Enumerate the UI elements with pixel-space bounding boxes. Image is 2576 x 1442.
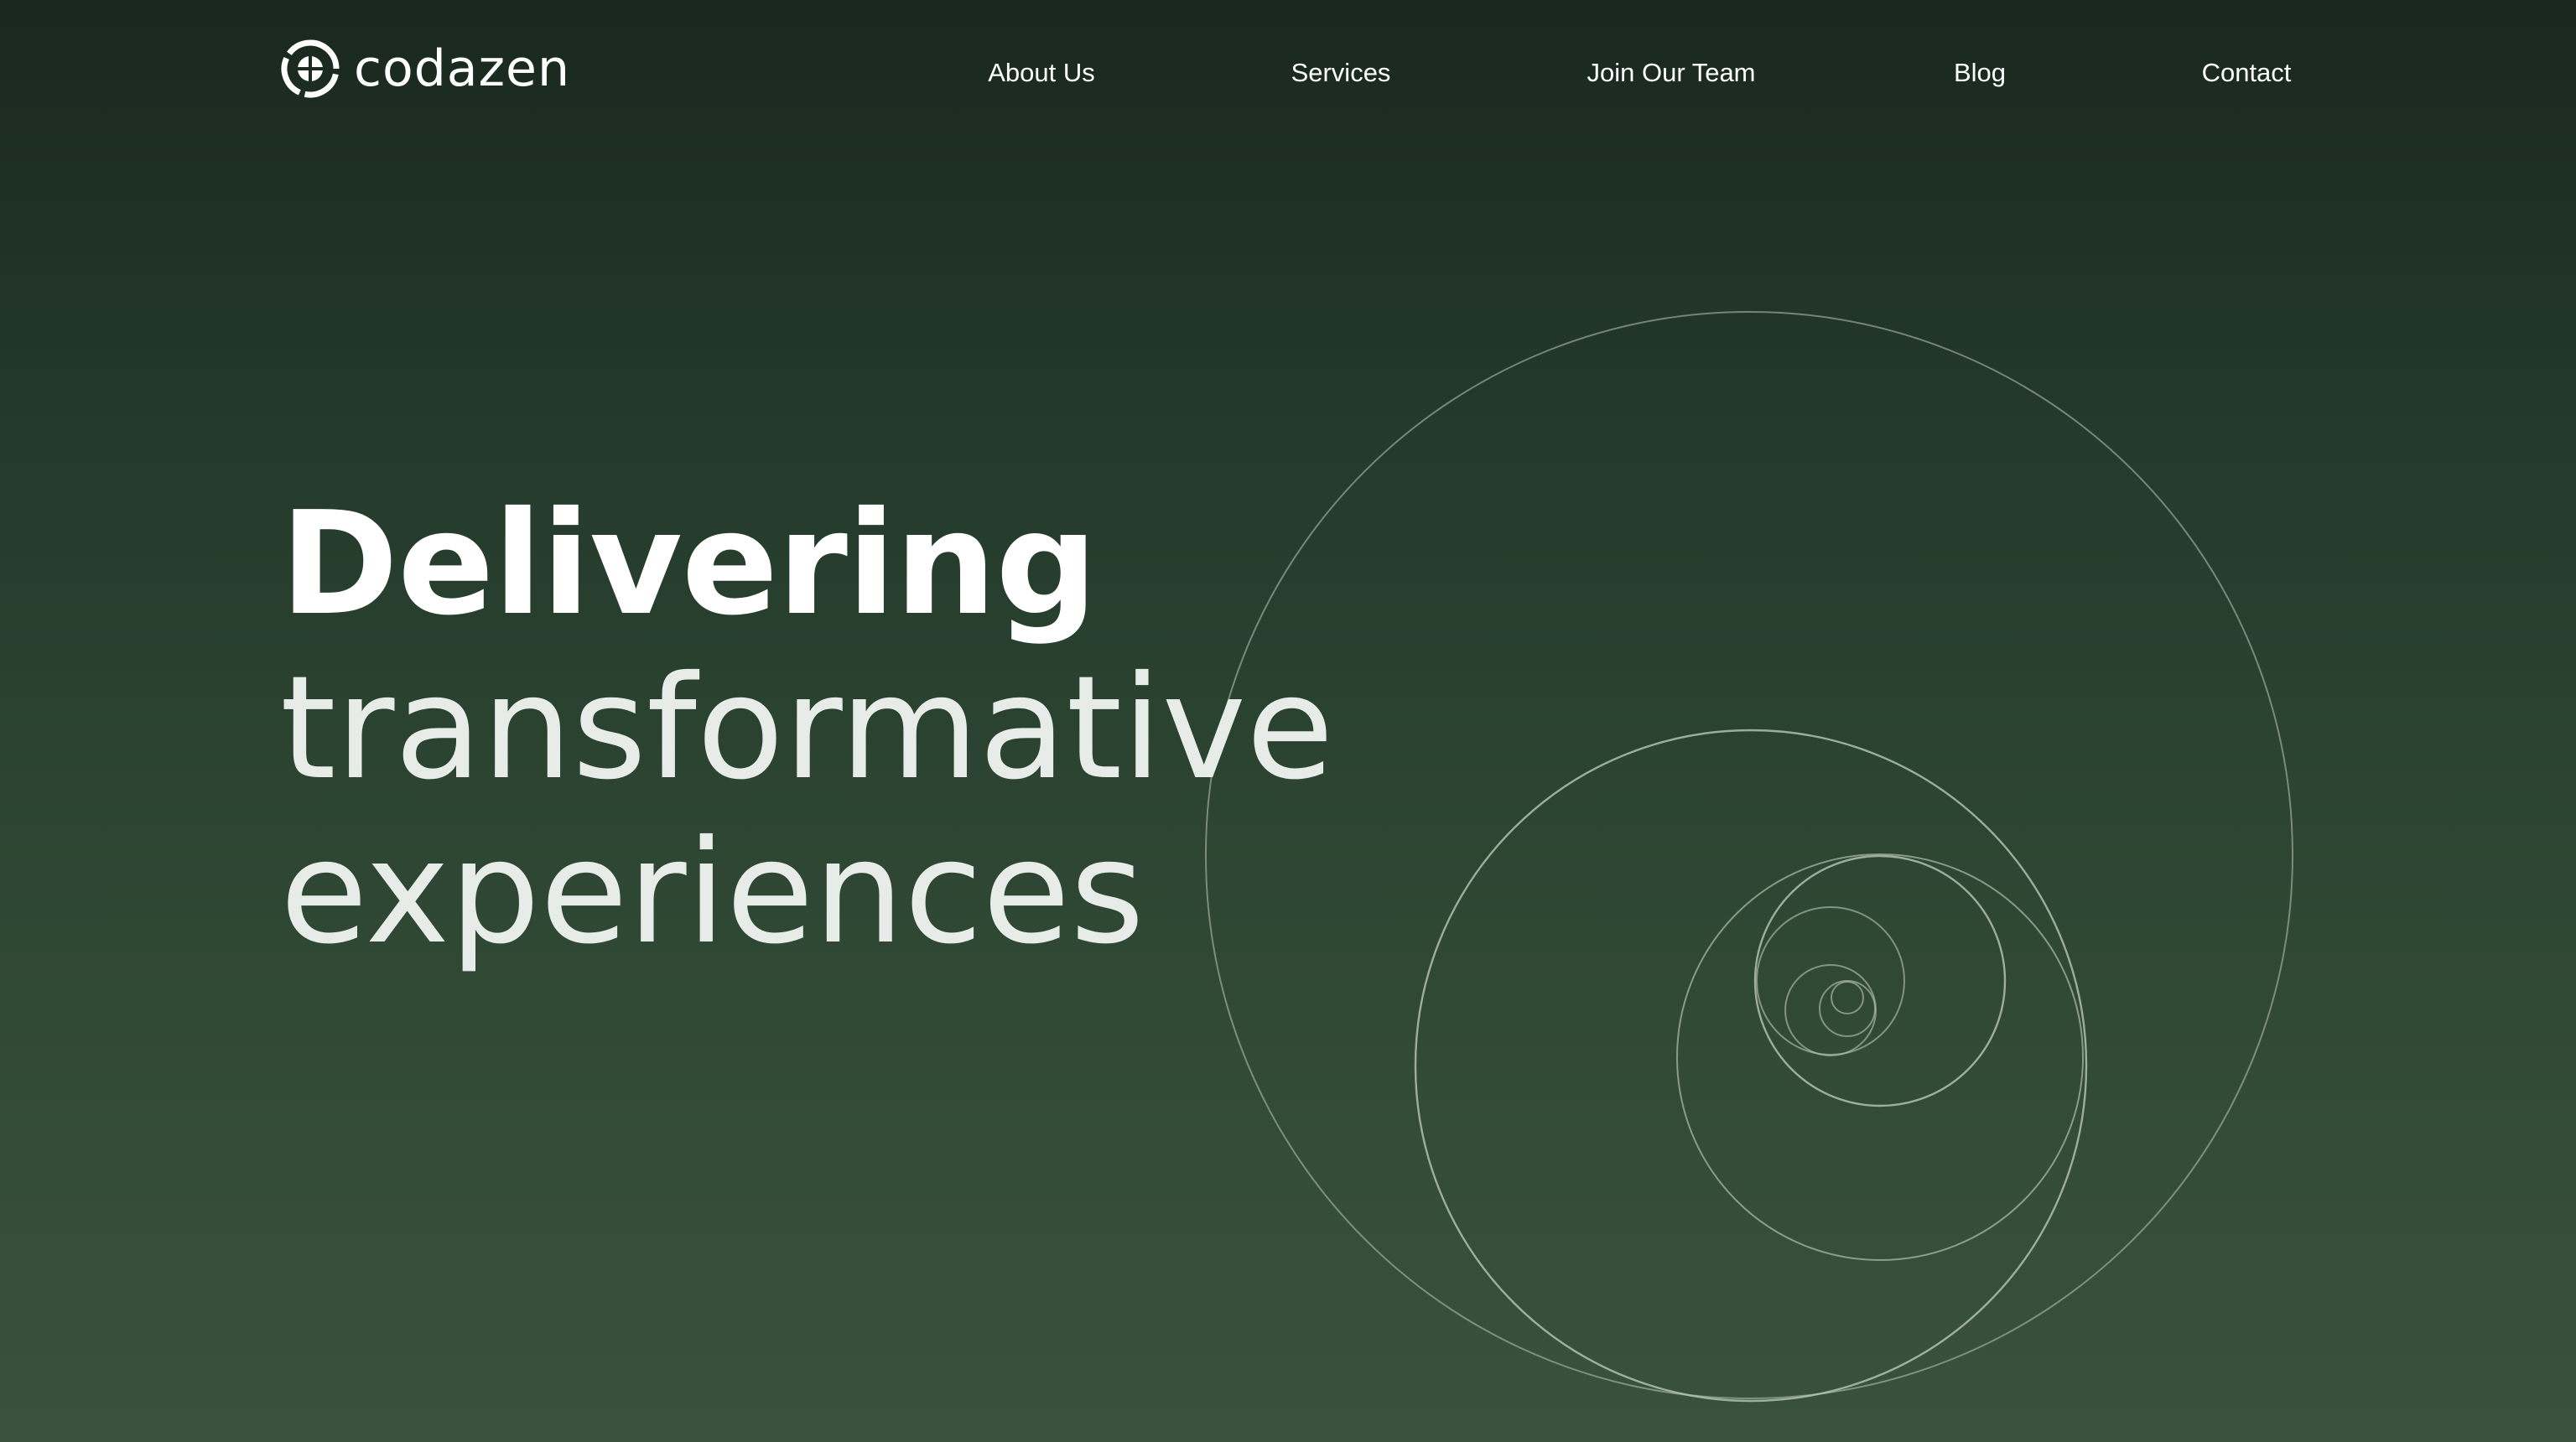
nav-link-blog[interactable]: Blog <box>1954 52 2006 94</box>
hero-headline-line-2: transformative <box>280 646 1334 812</box>
main-navigation: About Us Services Join Our Team Blog Con… <box>0 52 2576 94</box>
page: codazen About Us Services Join Our Team … <box>0 0 2576 1442</box>
spiral-circle-2 <box>1414 729 2088 1403</box>
hero-headline-line-1: Delivering <box>280 481 1098 647</box>
nav-link-about-us[interactable]: About Us <box>988 52 1095 94</box>
nav-link-join-our-team[interactable]: Join Our Team <box>1587 52 1755 94</box>
spiral-circle-5 <box>1756 906 1905 1056</box>
spiral-circle-7 <box>1819 980 1876 1037</box>
spiral-circle-6 <box>1784 964 1877 1056</box>
spiral-circle-3 <box>1676 853 2084 1261</box>
hero-headline: Delivering transformative experiences <box>280 482 1370 975</box>
hero-headline-line-3: experiences <box>280 810 1145 976</box>
nav-link-contact[interactable]: Contact <box>2202 52 2292 94</box>
nav-link-services[interactable]: Services <box>1291 52 1391 94</box>
spiral-circle-4 <box>1753 854 2007 1107</box>
spiral-circle-8 <box>1831 981 1864 1014</box>
